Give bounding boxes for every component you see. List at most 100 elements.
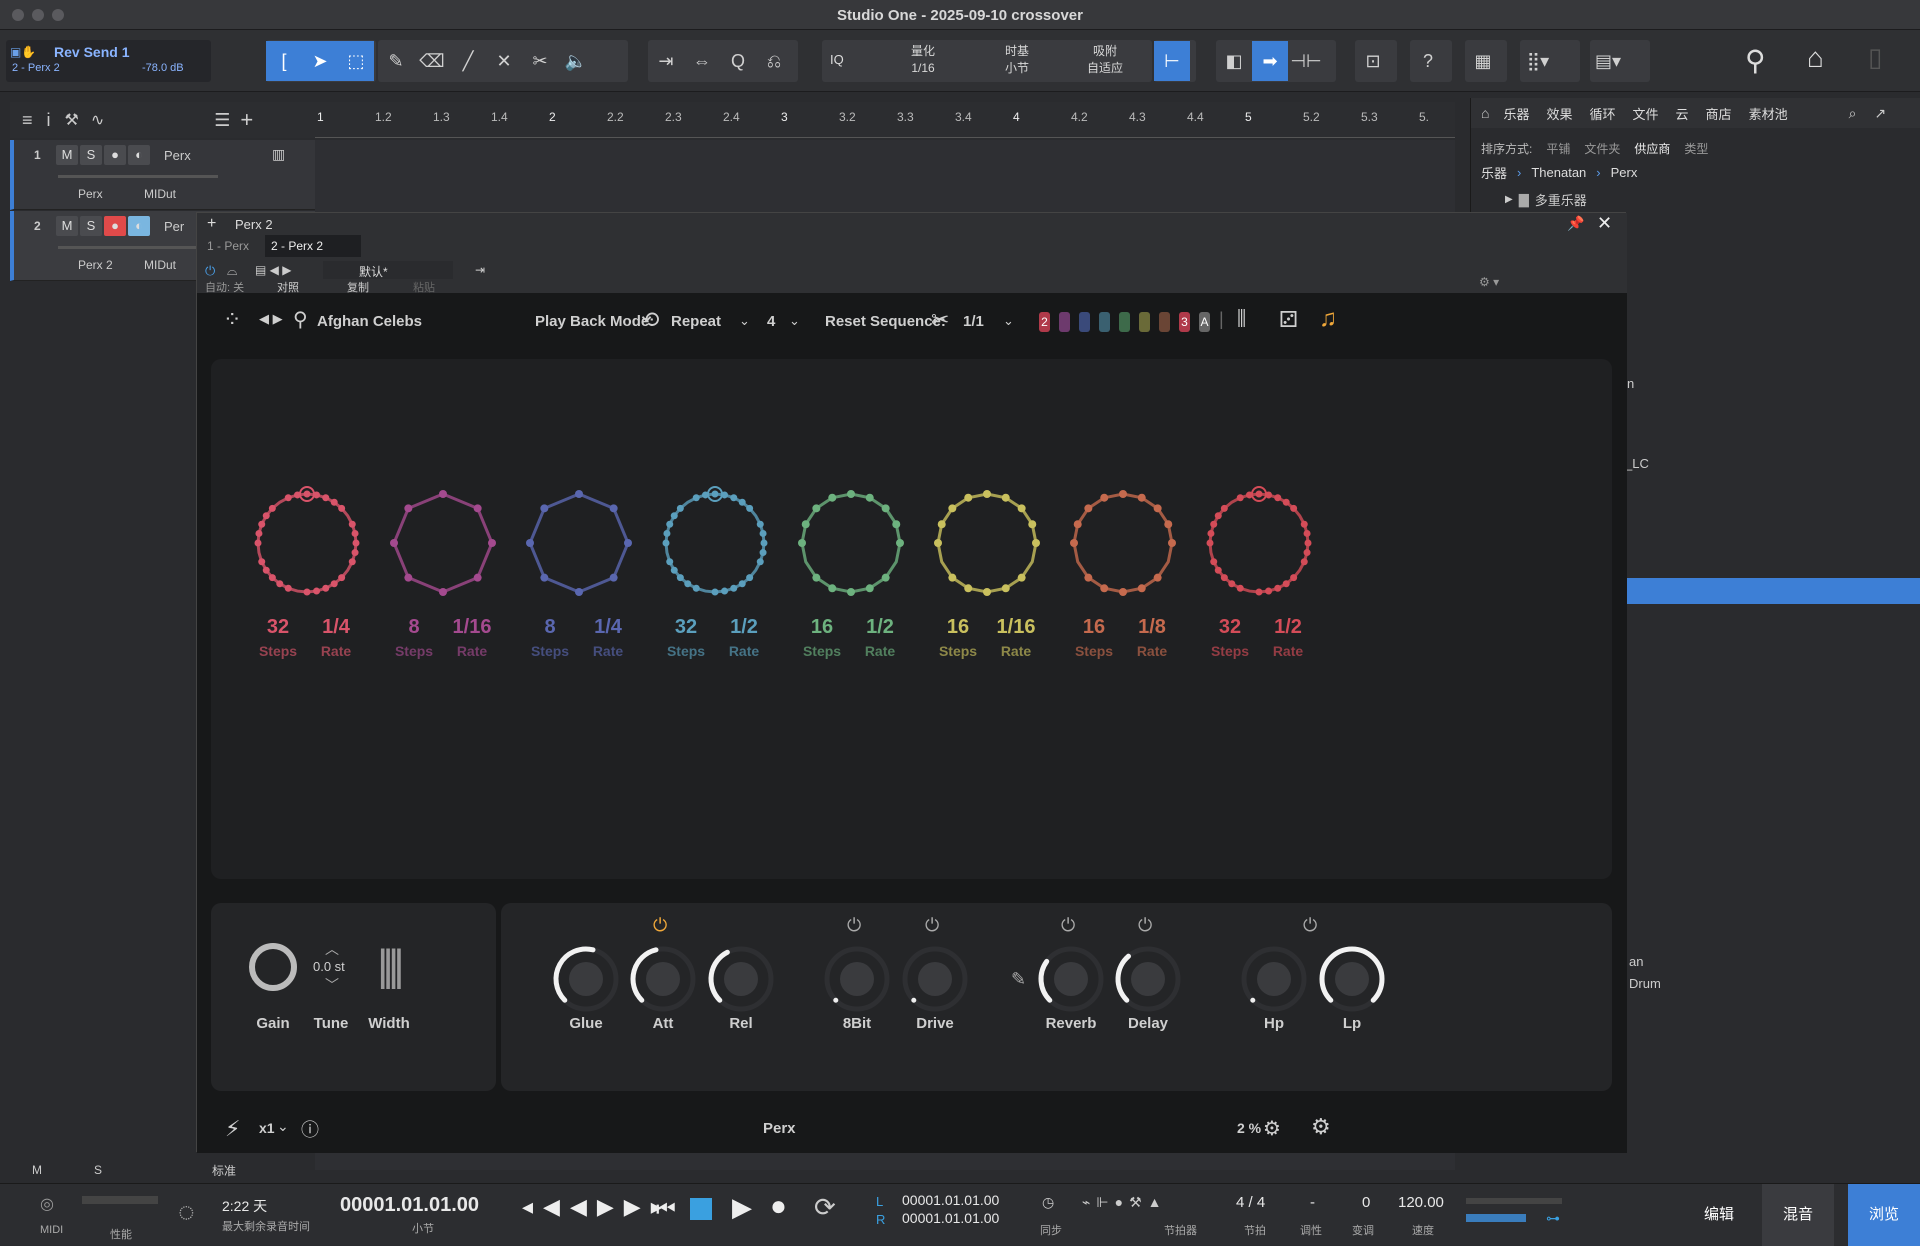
steps-value[interactable]: 8 xyxy=(408,616,419,638)
tab-perx[interactable]: 1 - Perx xyxy=(207,239,249,253)
step-dot[interactable] xyxy=(663,529,671,537)
rate-label[interactable]: Rate xyxy=(1273,643,1304,659)
step-dot[interactable] xyxy=(1303,549,1311,557)
step-dot[interactable] xyxy=(1265,587,1273,595)
send-display[interactable]: ▣✋ Rev Send 1 2 - Perx 2 -78.0 dB xyxy=(6,40,211,82)
step-dot[interactable] xyxy=(303,490,311,498)
step-dot[interactable] xyxy=(351,529,359,537)
knobs-canvas[interactable] xyxy=(501,903,1612,1091)
step-dot[interactable] xyxy=(828,584,837,593)
settings-icon[interactable]: ⚙ xyxy=(1311,1114,1331,1140)
stretch-tool-icon[interactable]: ⇔ xyxy=(684,41,720,81)
step-dot[interactable] xyxy=(1070,539,1078,547)
step-dot[interactable] xyxy=(662,539,670,547)
position-display[interactable]: 00001.01.01.00 xyxy=(340,1194,479,1217)
time-signature[interactable]: 4 / 4 xyxy=(1236,1194,1265,1211)
sort-flat[interactable]: 平铺 xyxy=(1546,140,1570,157)
bend-tool-icon[interactable]: ⇥ xyxy=(648,41,684,81)
step-dot[interactable] xyxy=(488,539,496,547)
step-dot[interactable] xyxy=(1073,520,1082,529)
mix-view-button[interactable]: 混音 xyxy=(1762,1184,1834,1246)
knob[interactable] xyxy=(708,946,774,1012)
solo-button[interactable]: S xyxy=(80,145,102,165)
steps-value[interactable]: 32 xyxy=(675,616,697,638)
sort-type[interactable]: 类型 xyxy=(1684,140,1708,157)
step-dot[interactable] xyxy=(937,520,946,529)
user-icon[interactable]: ⚲ xyxy=(1745,44,1766,77)
eraser-tool-icon[interactable]: ⌫ xyxy=(414,41,450,81)
step-dot[interactable] xyxy=(575,588,583,596)
tempo-value[interactable]: 120.00 xyxy=(1398,1194,1444,1211)
width-icon[interactable]: |||| xyxy=(377,941,405,991)
step-dot[interactable] xyxy=(439,490,447,498)
nudge-right-icon[interactable]: ⊣⊢ xyxy=(1288,41,1324,81)
edit-view-button[interactable]: 编辑 xyxy=(1676,1184,1762,1246)
chevron-down-icon[interactable]: ⌄ xyxy=(789,313,800,329)
step-dot[interactable] xyxy=(1300,520,1308,528)
knob[interactable] xyxy=(1115,946,1181,1012)
rate-label[interactable]: Rate xyxy=(321,643,352,659)
step-dot[interactable] xyxy=(892,520,901,529)
step-dot[interactable] xyxy=(330,498,338,506)
slot-button[interactable]: 3 xyxy=(1179,312,1190,332)
step-dot[interactable] xyxy=(721,587,729,595)
rate-value[interactable]: 1/8 xyxy=(1138,616,1166,638)
step-dot[interactable] xyxy=(756,558,764,566)
home-icon[interactable]: ⌂ xyxy=(1807,42,1824,74)
snap-icon[interactable]: ⊢ xyxy=(1154,41,1190,81)
step-dot[interactable] xyxy=(262,566,270,574)
crumb[interactable]: Thenatan xyxy=(1531,165,1586,180)
step-dot[interactable] xyxy=(759,529,767,537)
step-dot[interactable] xyxy=(575,490,583,498)
rate-label[interactable]: Rate xyxy=(457,643,488,659)
instrument-select[interactable]: Perx 2 xyxy=(78,258,113,272)
step-dot[interactable] xyxy=(284,494,292,502)
folder-row[interactable]: ▶ ▇ 多重乐器 xyxy=(1505,190,1587,209)
step-dot[interactable] xyxy=(798,539,806,547)
steps-value[interactable]: 16 xyxy=(1083,616,1105,638)
steps-value[interactable]: 32 xyxy=(1219,616,1241,638)
step-dot[interactable] xyxy=(1214,512,1222,520)
transport-nav-icon[interactable]: ◂◀◀▶▶▸ xyxy=(522,1194,672,1220)
step-dot[interactable] xyxy=(624,539,632,547)
step-dot[interactable] xyxy=(1119,588,1127,596)
info-icon[interactable]: ⓘ xyxy=(301,1116,319,1142)
step-dot[interactable] xyxy=(1290,574,1298,582)
step-dot[interactable] xyxy=(881,573,890,582)
sequence-ring[interactable] xyxy=(254,486,360,596)
rate-label[interactable]: Rate xyxy=(1001,643,1032,659)
record-button[interactable]: ● xyxy=(770,1190,787,1222)
step-dot[interactable] xyxy=(1304,539,1312,547)
step-dot[interactable] xyxy=(1032,539,1040,547)
rate-label[interactable]: Rate xyxy=(729,643,760,659)
rate-value[interactable]: 1/4 xyxy=(594,616,623,638)
tab-cloud[interactable]: 云 xyxy=(1676,104,1689,123)
steps-label[interactable]: Steps xyxy=(667,643,705,659)
step-dot[interactable] xyxy=(262,512,270,520)
step-dot[interactable] xyxy=(1153,573,1162,582)
knob[interactable] xyxy=(553,946,619,1012)
step-dot[interactable] xyxy=(1220,574,1228,582)
step-dot[interactable] xyxy=(330,580,338,588)
step-dot[interactable] xyxy=(670,512,678,520)
gain-knob[interactable] xyxy=(249,943,297,991)
step-dot[interactable] xyxy=(1153,504,1162,513)
steps-label[interactable]: Steps xyxy=(803,643,841,659)
automation-icon[interactable]: ∿ xyxy=(91,110,104,130)
step-dot[interactable] xyxy=(1001,584,1010,593)
step-dot[interactable] xyxy=(896,539,904,547)
tab-pool[interactable]: 素材池 xyxy=(1749,104,1788,123)
record-arm-button[interactable]: ● xyxy=(104,145,126,165)
step-dot[interactable] xyxy=(738,580,746,588)
step-dot[interactable] xyxy=(348,520,356,528)
step-dot[interactable] xyxy=(711,490,719,498)
close-icon[interactable]: ✕ xyxy=(1597,213,1612,234)
step-dot[interactable] xyxy=(390,539,398,547)
step-dot[interactable] xyxy=(948,573,957,582)
layout-icon[interactable]: ▤▾ xyxy=(1590,41,1626,81)
route-icon[interactable]: ⇥ xyxy=(475,263,485,277)
slot-button[interactable]: 2 xyxy=(1039,312,1050,332)
steps-value[interactable]: 16 xyxy=(947,616,969,638)
steps-label[interactable]: Steps xyxy=(939,643,977,659)
slot-button[interactable] xyxy=(1159,312,1170,332)
